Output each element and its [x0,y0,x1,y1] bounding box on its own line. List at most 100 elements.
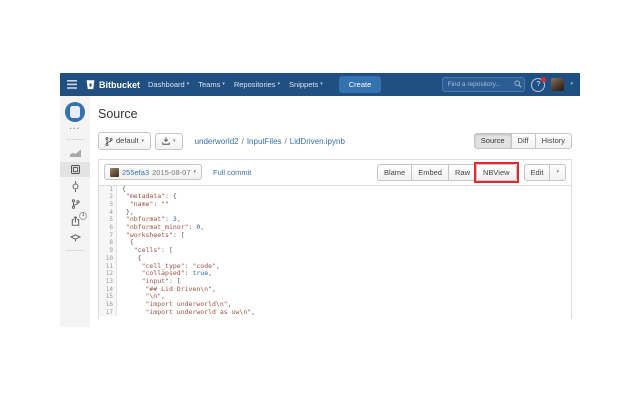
annotation-highlight-box [474,162,519,183]
raw-button[interactable]: Raw [448,164,477,181]
view-mode-tabs: SourceDiffHistory [474,133,572,150]
embed-button[interactable]: Embed [411,164,449,181]
line-number[interactable]: 1 [99,186,117,194]
bitbucket-bucket-icon [85,79,96,90]
chevron-down-icon: ▾ [222,82,225,87]
edit-caret-icon: ▾ [556,170,559,175]
branches-icon [71,199,80,209]
repo-avatar[interactable] [65,102,85,122]
code-line: 14 "## Lid Driven\n", [99,286,571,294]
commit-caret-icon: ▾ [194,170,197,175]
file-view-panel: 255efa3 2015-08-07 ▾ Full commit BlameEm… [98,159,572,319]
file-actions: BlameEmbedRawNBView Edit ▾ [377,164,566,181]
breadcrumb-repo[interactable]: underworld2 [195,137,239,146]
sidebar-divider-bottom [66,250,84,251]
breadcrumb-separator: / [285,137,287,146]
notification-dot [541,77,546,82]
edit-dropdown-button[interactable]: ▾ [549,164,566,181]
brand-label: Bitbucket [99,80,140,90]
edit-button-group: Edit ▾ [524,164,566,181]
bitbucket-logo[interactable]: Bitbucket [85,79,140,90]
nbview-button[interactable]: NBView [476,164,517,181]
help-icon[interactable]: ? [531,78,545,92]
line-number[interactable]: 5 [99,216,117,224]
sidebar-item-commits[interactable] [60,179,90,194]
bitbucket-app: Bitbucket Dashboard▾ Teams▾ Repositories▾ S… [60,73,580,327]
line-number[interactable]: 8 [99,239,117,247]
sidebar-item-source[interactable] [60,162,90,177]
code-line: 7 "worksheets": [ [99,232,571,240]
pull-requests-icon [71,216,80,226]
line-number[interactable]: 9 [99,247,117,255]
line-number[interactable]: 16 [99,301,117,309]
code-line: 9 "cells": [ [99,247,571,255]
chevron-down-icon: ▾ [278,82,281,87]
source-code-view: 1{2 "metadata": {3 "name": ""4 },5 "nbfo… [99,186,571,320]
user-menu-caret-icon[interactable]: ▾ [570,82,573,87]
main-content: Source default ▾ ▾ underworld2 [90,96,580,327]
sidebar-divider [66,139,84,140]
line-number[interactable]: 10 [99,255,117,263]
line-number[interactable]: 2 [99,193,117,201]
breadcrumb-file[interactable]: LidDriven.ipynb [290,137,345,146]
line-number[interactable]: 6 [99,224,117,232]
overview-graph-icon [70,148,81,157]
tab-history[interactable]: History [535,133,572,150]
branch-label: default [116,137,139,145]
navbar-right: ? ▾ [442,77,573,92]
sidebar-item-downloads[interactable] [60,230,90,245]
commit-selector[interactable]: 255efa3 2015-08-07 ▾ [104,164,202,180]
user-avatar[interactable] [551,78,564,91]
download-button[interactable]: ▾ [155,133,183,150]
line-number[interactable]: 15 [99,293,117,301]
commit-hash-link: 255efa3 [122,169,149,177]
search-input[interactable] [442,77,525,92]
file-action-buttons: BlameEmbedRawNBView [377,164,517,181]
line-number[interactable]: 7 [99,232,117,240]
downloads-icon [70,234,81,242]
commit-date: 2015-08-07 [152,169,190,177]
code-line: 3 "name": "" [99,201,571,209]
full-commit-link[interactable]: Full commit [213,168,251,177]
repository-search [442,77,525,92]
search-icon [514,80,522,88]
breadcrumb-dir[interactable]: InputFiles [247,137,282,146]
page-title: Source [98,107,572,121]
branch-caret-icon: ▾ [142,139,145,144]
pull-requests-badge: 1 [79,212,87,220]
code-text: "import underworld as uw\n", [117,309,255,317]
sidebar-item-branches[interactable] [60,196,90,211]
line-number[interactable]: 11 [99,263,117,271]
edit-button[interactable]: Edit [524,164,551,181]
line-number[interactable]: 4 [99,209,117,217]
app-body: ··· [60,96,580,327]
hamburger-menu-icon[interactable] [67,80,77,89]
line-number[interactable]: 3 [99,201,117,209]
nav-item-teams[interactable]: Teams▾ [198,80,225,89]
commit-author-avatar [110,168,119,177]
source-toolbar: default ▾ ▾ underworld2 / InputFiles / L… [98,132,572,150]
tab-source[interactable]: Source [474,133,512,150]
blame-button[interactable]: Blame [377,164,412,181]
sidebar-more-button[interactable]: ··· [70,125,81,133]
nav-item-dashboard[interactable]: Dashboard▾ [148,80,189,89]
branch-icon [105,137,113,146]
tab-diff[interactable]: Diff [511,133,536,150]
sidebar-item-overview[interactable] [60,145,90,160]
line-number[interactable]: 17 [99,309,117,317]
code-line: 2 "metadata": { [99,193,571,201]
source-file-icon [71,165,80,174]
code-line: 17 "import underworld as uw\n", [99,309,571,317]
top-navbar: Bitbucket Dashboard▾ Teams▾ Repositories▾ S… [60,73,580,96]
nav-item-repositories[interactable]: Repositories▾ [234,80,280,89]
breadcrumb: underworld2 / InputFiles / LidDriven.ipy… [195,137,345,146]
line-number[interactable]: 13 [99,278,117,286]
line-number[interactable]: 14 [99,286,117,294]
nav-item-snippets[interactable]: Snippets▾ [289,80,323,89]
branch-selector[interactable]: default ▾ [98,132,151,150]
sidebar-item-pull-requests[interactable]: 1 [60,213,90,228]
line-number[interactable]: 12 [99,270,117,278]
create-button[interactable]: Create [339,76,382,93]
breadcrumb-separator: / [242,137,244,146]
chevron-down-icon: ▾ [320,82,323,87]
